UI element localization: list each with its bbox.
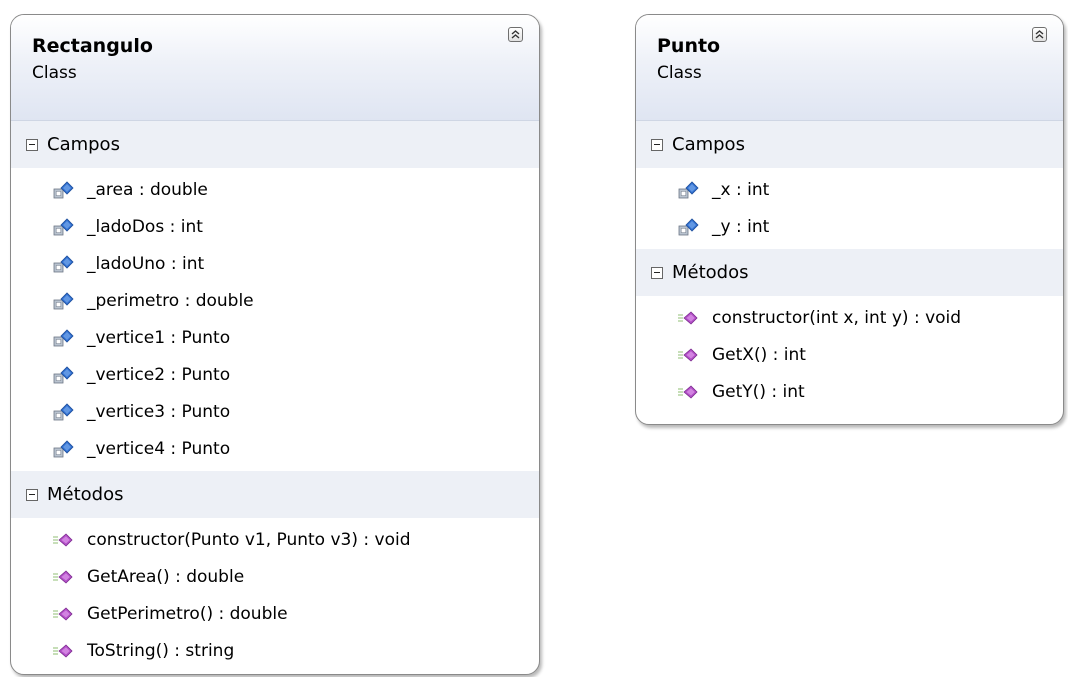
class-name: Punto [657,35,721,57]
method-label: GetPerimetro() : double [87,603,288,624]
section-collapse-icon[interactable] [26,138,38,151]
method-item[interactable]: GetPerimetro() : double [11,595,539,632]
section-collapse-icon[interactable] [26,488,38,501]
method-item[interactable]: GetArea() : double [11,558,539,595]
field-label: _vertice4 : Punto [87,438,231,459]
method-label: GetArea() : double [87,566,245,587]
private-field-icon [678,180,699,198]
field-list: _area : double _ladoDos : int _ladoUno :… [11,168,539,471]
private-field-icon [53,328,74,346]
public-method-icon [53,532,73,547]
field-label: _ladoDos : int [87,216,203,237]
section-header-metodos[interactable]: Métodos [636,249,1063,296]
field-list: _x : int _y : int [636,168,1063,249]
field-item[interactable]: _y : int [636,208,1063,245]
method-item[interactable]: GetY() : int [636,373,1063,410]
method-label: constructor(int x, int y) : void [712,307,962,328]
section-header-metodos[interactable]: Métodos [11,471,539,518]
method-label: constructor(Punto v1, Punto v3) : void [87,529,411,550]
private-field-icon [53,254,74,272]
public-method-icon [53,643,73,658]
field-item[interactable]: _ladoUno : int [11,245,539,282]
private-field-icon [53,365,74,383]
section-header-campos[interactable]: Campos [636,121,1063,168]
public-method-icon [53,606,73,621]
field-label: _vertice3 : Punto [87,401,231,422]
field-item[interactable]: _vertice4 : Punto [11,430,539,467]
private-field-icon [53,180,74,198]
method-list: constructor(Punto v1, Punto v3) : void G… [11,518,539,673]
section-collapse-icon[interactable] [651,138,663,151]
field-label: _ladoUno : int [87,253,205,274]
private-field-icon [53,291,74,309]
collapse-chevron-icon[interactable] [508,27,523,42]
field-item[interactable]: _vertice3 : Punto [11,393,539,430]
class-shape-punto[interactable]: Punto Class Campos _x : int _y : int Mét… [635,14,1064,425]
private-field-icon [678,217,699,235]
section-collapse-icon[interactable] [651,266,663,279]
field-label: _x : int [712,179,770,200]
method-label: ToString() : string [87,640,235,661]
private-field-icon [53,439,74,457]
field-item[interactable]: _area : double [11,171,539,208]
public-method-icon [678,310,698,325]
method-label: GetY() : int [712,381,805,402]
field-label: _y : int [712,216,770,237]
private-field-icon [53,402,74,420]
private-field-icon [53,217,74,235]
class-kind: Class [32,63,77,83]
collapse-chevron-icon[interactable] [1032,27,1047,42]
public-method-icon [53,569,73,584]
public-method-icon [678,384,698,399]
section-title: Campos [672,134,745,155]
field-label: _vertice1 : Punto [87,327,231,348]
class-name: Rectangulo [32,35,153,57]
method-item[interactable]: constructor(Punto v1, Punto v3) : void [11,521,539,558]
section-title: Campos [47,134,120,155]
method-list: constructor(int x, int y) : void GetX() … [636,296,1063,414]
class-header[interactable]: Rectangulo Class [11,15,539,121]
field-item[interactable]: _ladoDos : int [11,208,539,245]
field-item[interactable]: _vertice2 : Punto [11,356,539,393]
method-label: GetX() : int [712,344,806,365]
field-item[interactable]: _vertice1 : Punto [11,319,539,356]
section-header-campos[interactable]: Campos [11,121,539,168]
method-item[interactable]: GetX() : int [636,336,1063,373]
method-item[interactable]: constructor(int x, int y) : void [636,299,1063,336]
section-title: Métodos [47,484,124,505]
field-item[interactable]: _x : int [636,171,1063,208]
field-label: _area : double [87,179,208,200]
field-item[interactable]: _perimetro : double [11,282,539,319]
class-shape-rectangulo[interactable]: Rectangulo Class Campos _area : double _… [10,14,540,675]
section-title: Métodos [672,262,749,283]
method-item[interactable]: ToString() : string [11,632,539,669]
field-label: _vertice2 : Punto [87,364,231,385]
class-kind: Class [657,63,702,83]
class-header[interactable]: Punto Class [636,15,1063,121]
public-method-icon [678,347,698,362]
field-label: _perimetro : double [87,290,254,311]
